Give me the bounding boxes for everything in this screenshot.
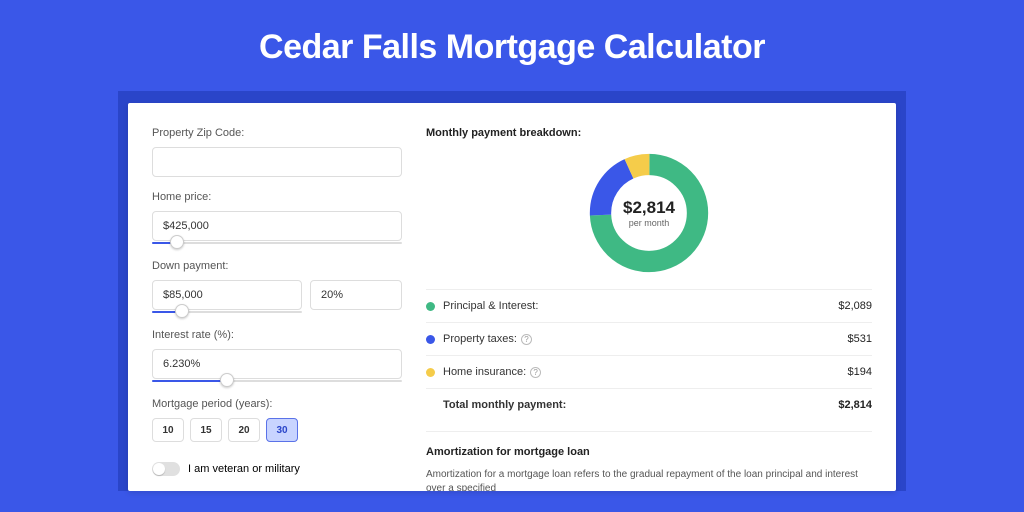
period-label: Mortgage period (years): (152, 398, 402, 410)
period-option-20[interactable]: 20 (228, 418, 260, 442)
donut-amount: $2,814 (623, 198, 675, 218)
legend-total-label: Total monthly payment: (443, 399, 838, 411)
veteran-row: I am veteran or military (152, 462, 402, 476)
help-icon[interactable]: ? (521, 334, 532, 345)
home-price-slider[interactable] (152, 240, 402, 246)
legend-label: Principal & Interest: (443, 300, 838, 312)
donut-center: $2,814 per month (623, 198, 675, 228)
zip-label: Property Zip Code: (152, 127, 402, 139)
zip-input[interactable] (152, 147, 402, 177)
down-payment-amount-input[interactable] (152, 280, 302, 310)
donut-sub: per month (623, 218, 675, 228)
breakdown-title: Monthly payment breakdown: (426, 127, 872, 139)
legend-label: Home insurance: ? (443, 366, 848, 378)
period-options: 10 15 20 30 (152, 418, 402, 442)
legend-label: Property taxes: ? (443, 333, 848, 345)
interest-input[interactable] (152, 349, 402, 379)
period-option-10[interactable]: 10 (152, 418, 184, 442)
legend-value: $2,089 (838, 300, 872, 312)
down-payment-percent-input[interactable] (310, 280, 402, 310)
amortization-section: Amortization for mortgage loan Amortizat… (426, 431, 872, 491)
legend-value: $194 (848, 366, 872, 378)
interest-group: Interest rate (%): (152, 329, 402, 384)
legend-label-text: Property taxes: (443, 333, 517, 345)
interest-label: Interest rate (%): (152, 329, 402, 341)
slider-fill (152, 380, 227, 382)
legend-total-value: $2,814 (838, 399, 872, 411)
results-column: Monthly payment breakdown: $2,814 per mo… (426, 127, 872, 467)
amortization-title: Amortization for mortgage loan (426, 446, 872, 458)
veteran-toggle[interactable] (152, 462, 180, 476)
down-payment-group: Down payment: (152, 260, 402, 315)
legend-row-insurance: Home insurance: ? $194 (426, 355, 872, 388)
down-payment-slider[interactable] (152, 309, 302, 315)
slider-thumb[interactable] (220, 373, 234, 387)
down-payment-label: Down payment: (152, 260, 402, 272)
home-price-label: Home price: (152, 191, 402, 203)
home-price-input[interactable] (152, 211, 402, 241)
donut-chart: $2,814 per month (426, 149, 872, 277)
legend-dot (426, 302, 435, 311)
slider-track (152, 242, 402, 244)
legend-row-total: Total monthly payment: $2,814 (426, 388, 872, 421)
legend-row-taxes: Property taxes: ? $531 (426, 322, 872, 355)
legend-value: $531 (848, 333, 872, 345)
period-option-15[interactable]: 15 (190, 418, 222, 442)
interest-slider[interactable] (152, 378, 402, 384)
legend-row-principal: Principal & Interest: $2,089 (426, 289, 872, 322)
veteran-label: I am veteran or military (188, 463, 300, 475)
inputs-column: Property Zip Code: Home price: Down paym… (152, 127, 402, 467)
zip-group: Property Zip Code: (152, 127, 402, 177)
period-group: Mortgage period (years): 10 15 20 30 (152, 398, 402, 442)
page-title: Cedar Falls Mortgage Calculator (259, 28, 765, 67)
home-price-group: Home price: (152, 191, 402, 246)
calculator-card: Property Zip Code: Home price: Down paym… (128, 103, 896, 491)
slider-thumb[interactable] (170, 235, 184, 249)
period-option-30[interactable]: 30 (266, 418, 298, 442)
legend-dot (426, 368, 435, 377)
toggle-knob (153, 463, 165, 475)
amortization-text: Amortization for a mortgage loan refers … (426, 468, 872, 491)
card-backdrop: Property Zip Code: Home price: Down paym… (118, 91, 906, 491)
legend-label-text: Home insurance: (443, 366, 526, 378)
legend-dot (426, 335, 435, 344)
slider-thumb[interactable] (175, 304, 189, 318)
help-icon[interactable]: ? (530, 367, 541, 378)
